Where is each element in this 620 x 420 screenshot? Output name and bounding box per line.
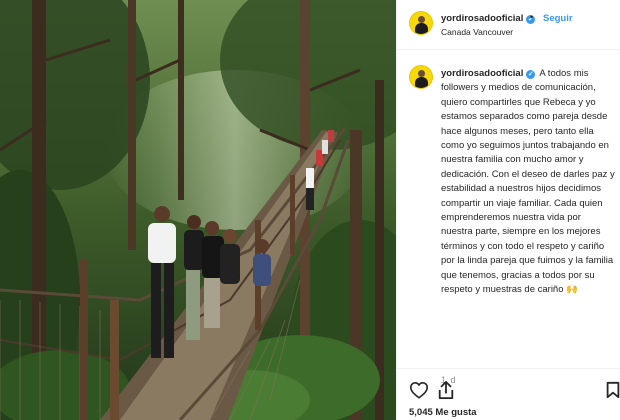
caption-username[interactable]: yordirosadooficial — [441, 68, 523, 79]
header-username-link[interactable]: yordirosadooficial ✓ — [441, 13, 536, 24]
avatar-body — [415, 23, 428, 34]
location-link[interactable]: Canada Vancouver — [441, 27, 513, 37]
instagram-post: yordirosadooficial ✓ • Seguir Canada Vanc… — [0, 0, 620, 420]
follow-button[interactable]: Seguir — [543, 13, 573, 24]
action-bar: 5,045 Me gusta — [397, 368, 620, 420]
likes-count[interactable]: 5,045 Me gusta — [409, 407, 477, 418]
separator-dot: • — [530, 12, 534, 22]
avatar-face — [418, 16, 425, 23]
post-sidebar: yordirosadooficial ✓ • Seguir Canada Vanc… — [396, 0, 620, 420]
heart-icon[interactable] — [409, 381, 429, 399]
post-photo[interactable] — [0, 0, 396, 420]
avatar[interactable] — [409, 11, 433, 35]
suspension-bridge-photo — [0, 0, 396, 420]
caption-text: yordirosadooficial ✓ A todos mis followers… — [441, 67, 615, 298]
verified-badge-icon: ✓ — [526, 70, 536, 79]
share-icon[interactable] — [437, 380, 455, 400]
post-header: yordirosadooficial ✓ • Seguir Canada Vanc… — [397, 0, 620, 50]
avatar-body — [415, 77, 428, 88]
caption-body: A todos mis followers y medios de comuni… — [441, 68, 615, 296]
caption-avatar[interactable] — [409, 65, 433, 89]
avatar-face — [418, 70, 425, 77]
header-username[interactable]: yordirosadooficial — [441, 13, 523, 24]
bookmark-icon[interactable] — [605, 381, 620, 399]
caption-username-link[interactable]: yordirosadooficial ✓ — [441, 68, 536, 79]
